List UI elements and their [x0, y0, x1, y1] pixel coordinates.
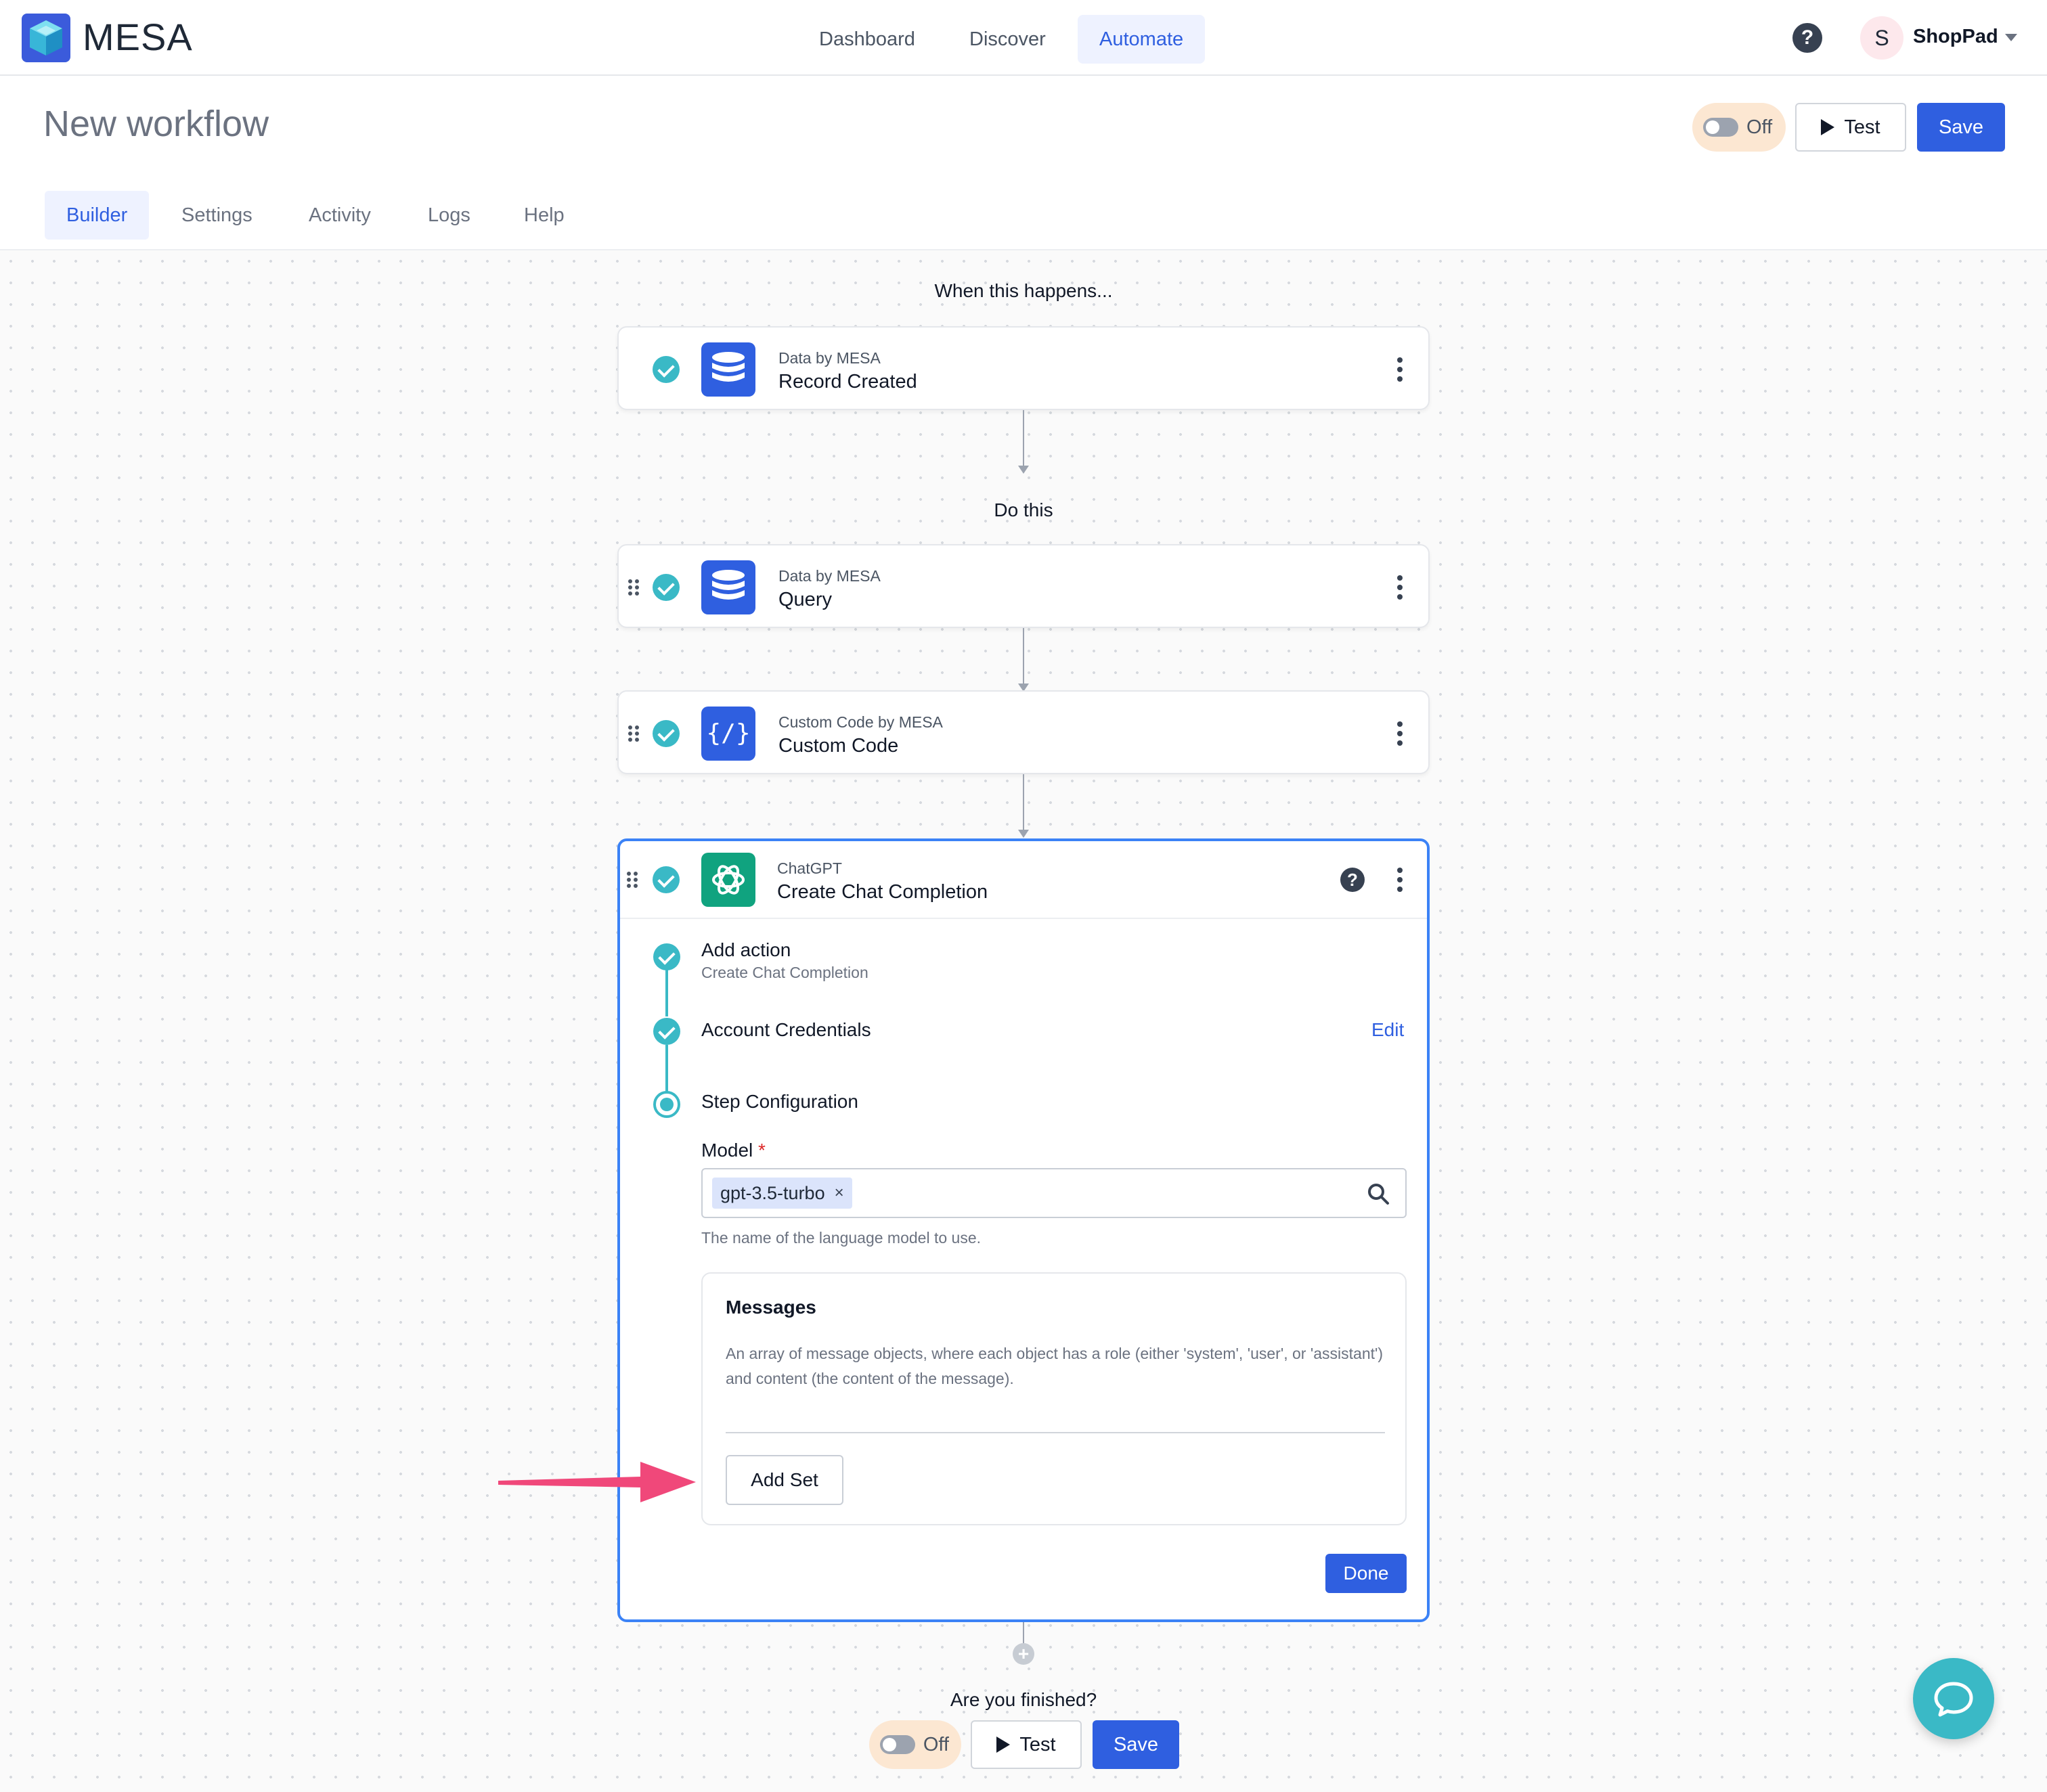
connector-arrow-icon — [1018, 830, 1029, 838]
tab-settings[interactable]: Settings — [160, 191, 274, 240]
top-navigation-bar: MESA Dashboard Discover Automate ? S Sho… — [0, 0, 2047, 76]
model-label-text: Model — [701, 1140, 753, 1161]
connector-line — [1023, 1622, 1024, 1644]
database-icon — [701, 342, 755, 397]
check-circle-icon — [653, 943, 680, 970]
drag-handle-icon[interactable] — [628, 579, 639, 596]
workflow-enable-toggle-footer[interactable]: Off — [869, 1720, 961, 1769]
tab-activity[interactable]: Activity — [287, 191, 393, 240]
avatar[interactable]: S — [1860, 16, 1903, 60]
code-icon: {/} — [701, 707, 755, 761]
test-button-footer[interactable]: Test — [971, 1720, 1082, 1769]
substep-account-credentials[interactable]: Account Credentials — [701, 1019, 871, 1041]
connector-line — [1023, 410, 1024, 467]
done-button[interactable]: Done — [1325, 1554, 1407, 1593]
test-button-label: Test — [1019, 1733, 1056, 1755]
more-vertical-icon[interactable] — [1397, 575, 1403, 600]
step-title: Create Chat Completion — [777, 881, 988, 903]
step-title: Custom Code — [778, 735, 899, 757]
step-app-name: Data by MESA — [778, 349, 881, 367]
tab-help[interactable]: Help — [502, 191, 586, 240]
messages-description: An array of message objects, where each … — [726, 1345, 1384, 1387]
model-field-help: The name of the language model to use. — [701, 1229, 982, 1247]
test-button-label: Test — [1844, 116, 1880, 138]
workflow-step-card-custom-code[interactable]: {/} Custom Code by MESA Custom Code — [617, 690, 1430, 774]
chat-bubble-icon — [1934, 1682, 1973, 1717]
finish-prompt: Are you finished? — [950, 1689, 1097, 1710]
more-vertical-icon[interactable] — [1397, 357, 1403, 382]
selected-model-value: gpt-3.5-turbo — [720, 1182, 825, 1203]
page-title: New workflow — [43, 104, 269, 144]
app-name[interactable]: MESA — [83, 15, 193, 59]
toggle-label: Off — [923, 1733, 949, 1755]
actions-heading: Do this — [994, 499, 1053, 520]
connector-line — [1023, 628, 1024, 685]
model-select-input[interactable]: gpt-3.5-turbo × — [701, 1168, 1407, 1218]
step-app-name: Custom Code by MESA — [778, 713, 943, 731]
check-circle-icon — [653, 1018, 680, 1045]
toggle-label: Off — [1746, 116, 1773, 138]
more-vertical-icon[interactable] — [1397, 721, 1403, 746]
openai-icon — [701, 853, 755, 907]
tab-builder[interactable]: Builder — [45, 191, 150, 240]
tab-logs[interactable]: Logs — [406, 191, 492, 240]
step-app-name: Data by MESA — [778, 567, 881, 585]
workflow-enable-toggle[interactable]: Off — [1692, 103, 1786, 152]
edit-credentials-link[interactable]: Edit — [1371, 1019, 1404, 1041]
workflow-step-card-trigger[interactable]: Data by MESA Record Created — [617, 326, 1430, 410]
mesa-logo-icon[interactable] — [22, 14, 70, 62]
chat-support-button[interactable] — [1913, 1658, 1994, 1739]
nav-dashboard[interactable]: Dashboard — [797, 15, 937, 64]
workflow-step-card-query[interactable]: Data by MESA Query — [617, 544, 1430, 628]
nav-discover[interactable]: Discover — [948, 15, 1067, 64]
toggle-switch-icon — [880, 1735, 915, 1754]
messages-divider — [726, 1432, 1385, 1433]
connector-arrow-icon — [1018, 466, 1029, 474]
question-circle-icon[interactable]: ? — [1340, 868, 1365, 892]
check-circle-icon — [653, 720, 680, 747]
step-title: Record Created — [778, 371, 917, 393]
messages-section: Messages An array of message objects, wh… — [701, 1272, 1407, 1525]
step-progress-line — [665, 969, 668, 1016]
connector-line — [1023, 774, 1024, 831]
current-step-icon — [653, 1091, 680, 1118]
chevron-down-icon[interactable] — [2005, 34, 2017, 41]
nav-automate[interactable]: Automate — [1078, 15, 1206, 64]
messages-title: Messages — [726, 1297, 816, 1318]
add-step-icon[interactable]: + — [1013, 1643, 1034, 1665]
play-icon — [1821, 119, 1835, 135]
save-button[interactable]: Save — [1917, 103, 2005, 152]
check-circle-icon — [653, 574, 680, 601]
question-circle-icon[interactable]: ? — [1792, 23, 1822, 53]
trigger-heading: When this happens... — [934, 280, 1113, 301]
drag-handle-icon[interactable] — [627, 872, 638, 888]
more-vertical-icon[interactable] — [1397, 868, 1403, 892]
account-name[interactable]: ShopPad — [1913, 26, 1998, 48]
drag-handle-icon[interactable] — [628, 725, 639, 742]
check-circle-icon — [653, 356, 680, 383]
save-button-footer[interactable]: Save — [1093, 1720, 1179, 1769]
card-divider — [620, 918, 1427, 919]
step-title: Query — [778, 589, 832, 610]
test-button[interactable]: Test — [1795, 103, 1906, 152]
substep-add-action[interactable]: Add action — [701, 939, 791, 961]
required-indicator: * — [758, 1140, 766, 1161]
toggle-switch-icon — [1703, 118, 1738, 137]
selected-model-chip: gpt-3.5-turbo × — [712, 1178, 852, 1209]
step-app-name: ChatGPT — [777, 859, 842, 877]
substep-add-action-value: Create Chat Completion — [701, 964, 868, 981]
play-icon — [996, 1737, 1011, 1753]
close-icon[interactable]: × — [835, 1184, 844, 1203]
substep-step-configuration[interactable]: Step Configuration — [701, 1091, 858, 1113]
search-icon[interactable] — [1366, 1182, 1390, 1206]
add-set-button[interactable]: Add Set — [726, 1455, 843, 1505]
check-circle-icon — [653, 866, 680, 893]
database-icon — [701, 560, 755, 614]
annotation-arrow-icon — [498, 1460, 696, 1504]
model-field-label: Model * — [701, 1140, 766, 1161]
